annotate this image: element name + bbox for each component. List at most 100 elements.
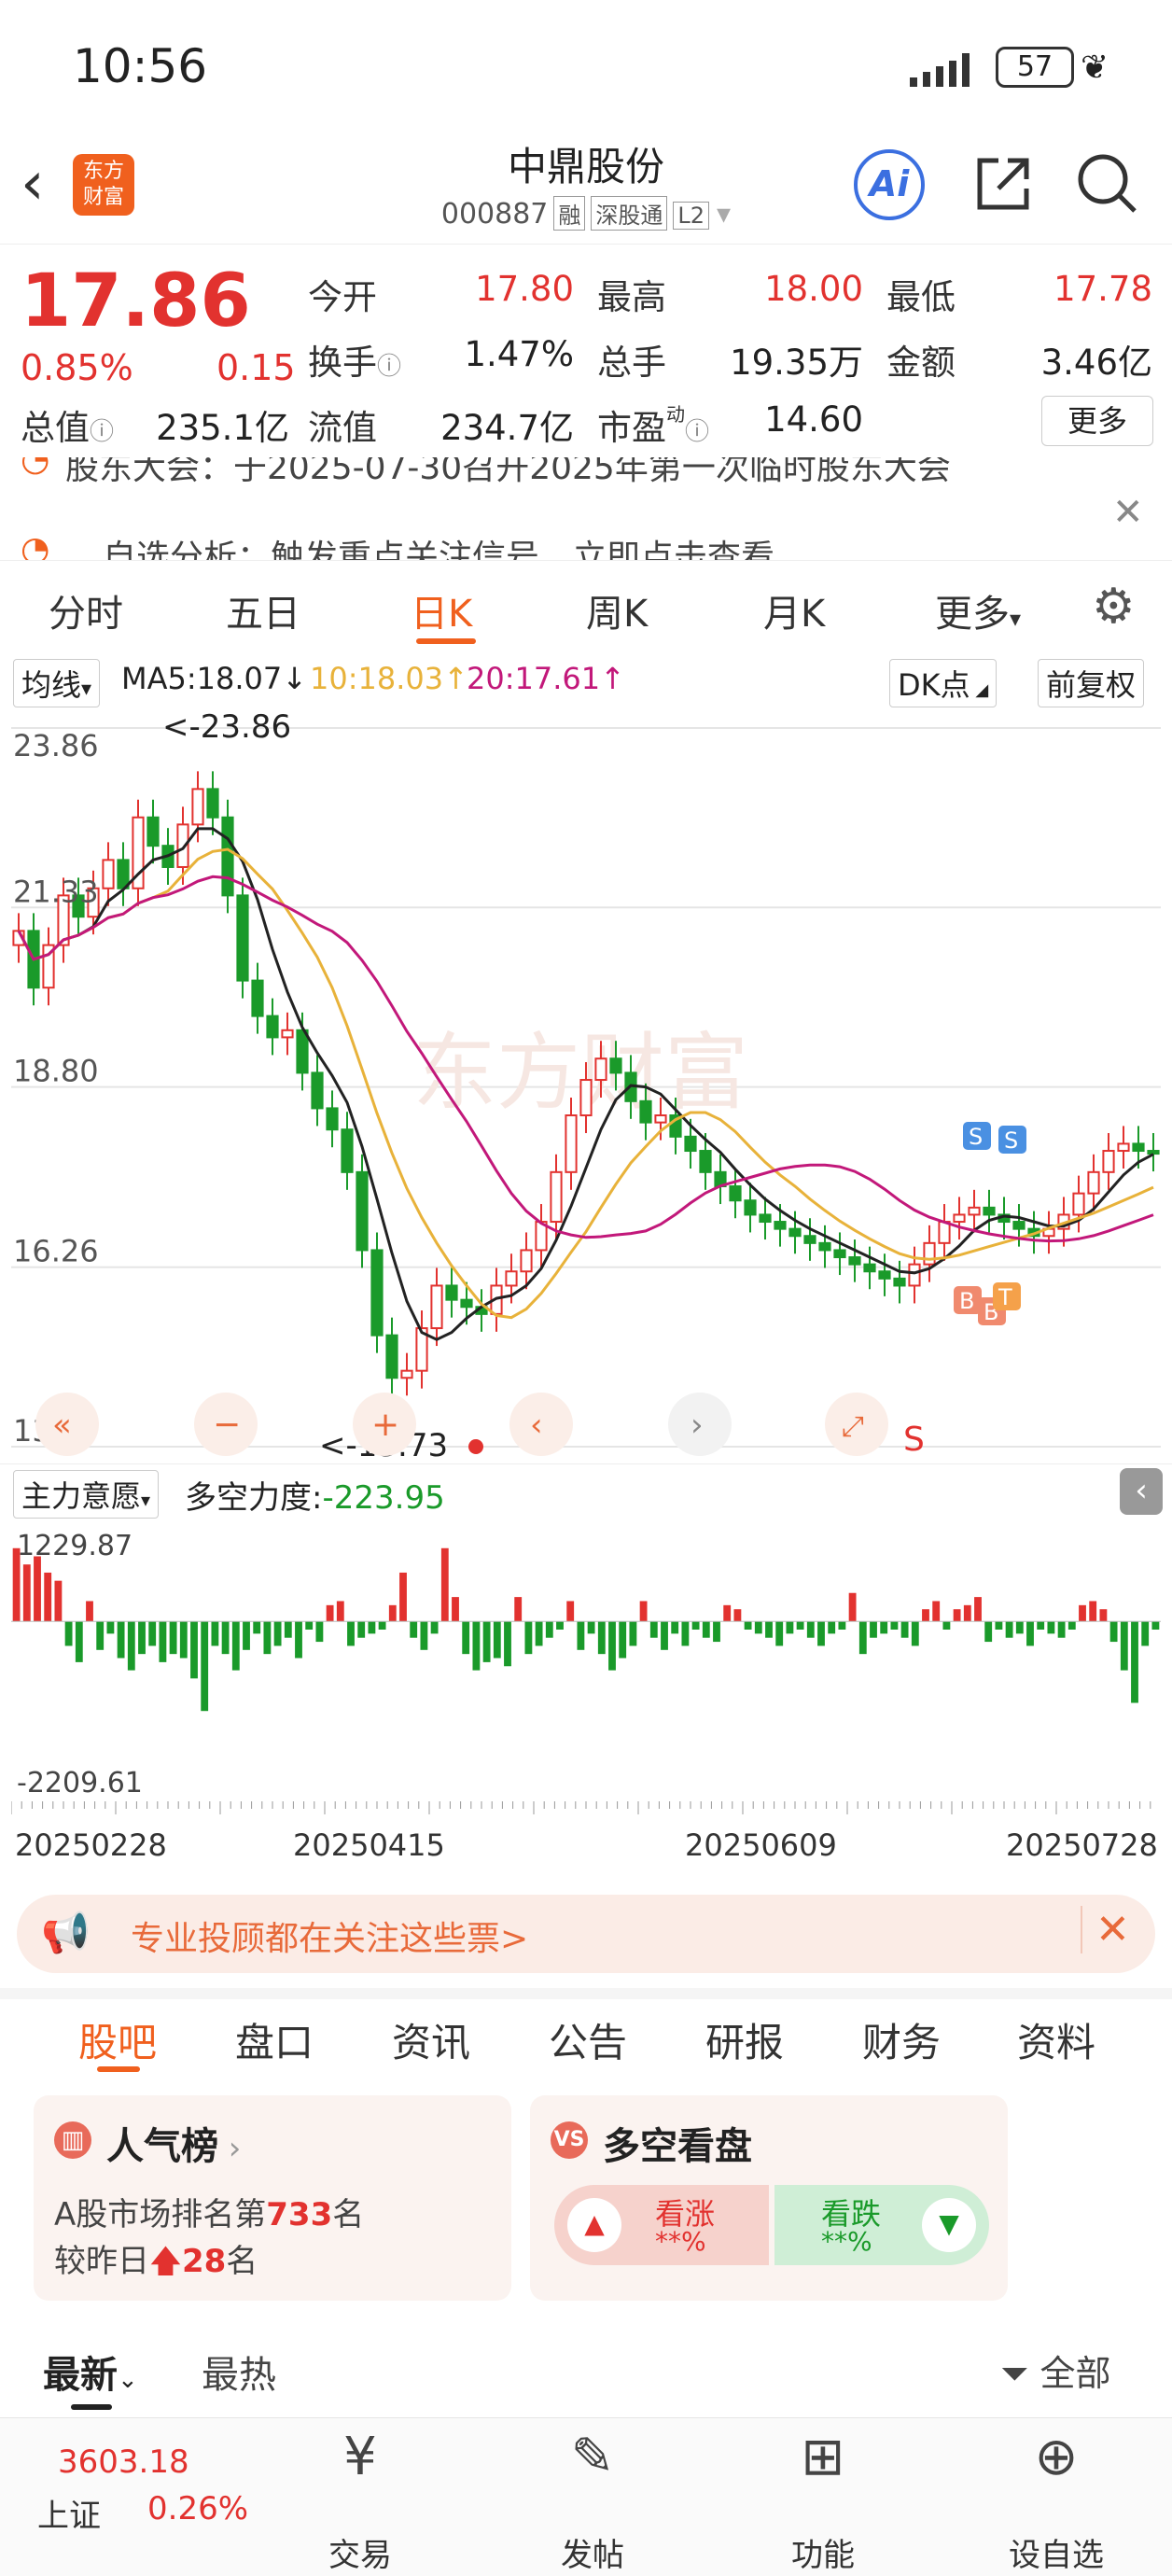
candle <box>1012 1221 1026 1230</box>
share-icon[interactable] <box>970 151 1036 220</box>
candle <box>146 816 160 847</box>
collapse-panel-button[interactable]: ‹ <box>1120 1468 1163 1515</box>
add-watchlist-icon[interactable]: ⊕ <box>991 2427 1122 2487</box>
tab-intraday[interactable]: 分时 <box>49 583 123 637</box>
adjust-button[interactable]: 前复权 <box>1038 659 1145 707</box>
candle <box>296 1029 309 1074</box>
triangle-down-icon: ▼ <box>922 2198 976 2252</box>
feed-filter[interactable]: ⏷ 全部 <box>1000 2345 1111 2396</box>
nav-add-watchlist[interactable]: 设自选 <box>991 2529 1122 2575</box>
indicator-bar <box>995 1621 1003 1630</box>
indicator-bars <box>11 1547 1161 1712</box>
y-tick-label: 16.26 <box>13 1234 99 1269</box>
popularity-card[interactable]: ▥ 人气榜 › A股市场排名第733名 较昨日🡅28名 <box>34 2095 511 2301</box>
index-change[interactable]: 0.26% <box>147 2490 248 2527</box>
news-ticker[interactable]: 股东大会：于2025-07-30召开2025年第一次临时股东大会 ◔ ◔ 自选分… <box>0 457 1172 560</box>
tab-announcements[interactable]: 公告 <box>549 2011 627 2068</box>
dk-point-button[interactable]: DK点 ◢ <box>889 659 998 707</box>
vote-up-button[interactable]: ▲ 看涨 **% <box>554 2185 769 2265</box>
indicator-bar <box>347 1621 355 1646</box>
indicator-bar <box>127 1621 135 1671</box>
y-axis-labels: 23.8621.3318.8016.2613.73 <box>13 728 99 1449</box>
candle <box>385 1334 398 1379</box>
indicator-bar <box>974 1597 982 1622</box>
tab-orderbook[interactable]: 盘口 <box>235 2011 314 2068</box>
current-price: 17.86 <box>21 259 251 343</box>
indicator-bar <box>786 1621 794 1634</box>
candle <box>848 1256 861 1266</box>
index-name[interactable]: 上证 <box>37 2490 101 2536</box>
indicator-bar <box>911 1621 919 1646</box>
candle <box>893 1277 906 1287</box>
nav-post[interactable]: 发帖 <box>527 2529 658 2575</box>
indicator-value: 多空力度:-223.95 <box>185 1479 445 1517</box>
post-icon[interactable]: ✎ <box>527 2427 658 2487</box>
ma20-value: 20:17.61↑ <box>467 661 625 696</box>
tag-margin: 融 <box>553 196 586 231</box>
indicator-bar <box>806 1621 815 1638</box>
tab-news[interactable]: 资讯 <box>392 2011 470 2068</box>
ticker-icon-1: ◔ <box>21 457 50 479</box>
trade-icon[interactable]: ¥ <box>295 2427 426 2487</box>
index-value[interactable]: 3603.18 <box>58 2443 189 2481</box>
bullbear-card[interactable]: VS 多空看盘 ▲ 看涨 **% 看跌 **% ▼ <box>530 2095 1008 2301</box>
candle <box>639 1099 652 1124</box>
date-label-2: 20250415 <box>293 1827 445 1863</box>
indicator-bar <box>462 1621 470 1655</box>
indicator-bar <box>243 1621 250 1650</box>
indicator-bar <box>388 1604 397 1622</box>
indicator-bar <box>702 1621 710 1638</box>
indicator-selector[interactable]: 主力意愿▾ <box>13 1470 160 1519</box>
indicator-bar <box>159 1621 167 1662</box>
kline-chart[interactable]: 东方财富 23.8621.3318.8016.2613.73 <-23.86 <… <box>11 709 1161 1463</box>
nav-functions[interactable]: 功能 <box>758 2529 888 2575</box>
settings-gear-icon[interactable]: ⚙ <box>1092 579 1136 635</box>
feed-hot[interactable]: 最热 <box>202 2345 276 2399</box>
functions-icon[interactable]: ⊞ <box>758 2427 888 2487</box>
indicator-bar <box>942 1621 951 1630</box>
indicator-bar <box>190 1621 198 1679</box>
candle <box>818 1241 831 1252</box>
indicator-bar <box>1079 1604 1086 1622</box>
promo-close-icon[interactable]: ✕ <box>1081 1906 1130 1953</box>
indicator-bar <box>838 1621 846 1630</box>
tab-monthly-k[interactable]: 月K <box>763 583 825 637</box>
change-percent: 0.85% <box>21 347 133 388</box>
tab-five-day[interactable]: 五日 <box>226 583 300 637</box>
indicator-bar <box>1015 1621 1024 1634</box>
tab-daily-k[interactable]: 日K <box>411 583 472 637</box>
turnover-label: 换手ⓘ <box>308 343 402 383</box>
search-icon[interactable] <box>1075 151 1140 220</box>
active-tab-indicator <box>416 638 476 644</box>
turnover-value: 1.47% <box>464 334 574 374</box>
close-icon[interactable]: ✕ <box>1112 491 1144 534</box>
open-value: 17.80 <box>475 269 574 309</box>
candle <box>1072 1192 1085 1216</box>
tab-finance[interactable]: 财务 <box>862 2011 941 2068</box>
tab-forum[interactable]: 股吧 <box>78 2011 157 2068</box>
tab-research[interactable]: 研报 <box>705 2011 784 2068</box>
bullbear-title: 多空看盘 <box>603 2125 752 2168</box>
feed-latest[interactable]: 最新⌄ <box>43 2345 138 2399</box>
indicator-bar <box>691 1621 700 1630</box>
promo-banner[interactable]: 📢 专业投顾都在关注这些票> ✕ <box>17 1895 1155 1973</box>
vote-down-button[interactable]: 看跌 **% ▼ <box>774 2185 989 2265</box>
caret-down-icon[interactable]: ▾ <box>717 198 731 231</box>
indicator-bar <box>201 1621 209 1712</box>
indicator-chart[interactable]: 1229.87 -2209.61 <box>11 1521 1161 1801</box>
candle <box>221 816 234 897</box>
nav-trade[interactable]: 交易 <box>295 2529 426 2575</box>
ma-selector[interactable]: 均线▾ <box>13 659 101 707</box>
indicator-bar <box>713 1621 720 1643</box>
tab-profile[interactable]: 资料 <box>1017 2011 1095 2068</box>
indicator-bar <box>870 1621 877 1638</box>
vs-icon: VS <box>551 2121 588 2159</box>
tab-more[interactable]: 更多▾ <box>935 583 1021 637</box>
indicator-bar <box>900 1621 909 1638</box>
more-button[interactable]: 更多 <box>1041 396 1153 446</box>
indicator-bar <box>723 1604 732 1622</box>
ai-button[interactable]: Ai <box>854 149 925 220</box>
indicator-bar <box>1047 1621 1055 1634</box>
tab-weekly-k[interactable]: 周K <box>586 583 648 637</box>
indicator-bar <box>179 1621 188 1659</box>
